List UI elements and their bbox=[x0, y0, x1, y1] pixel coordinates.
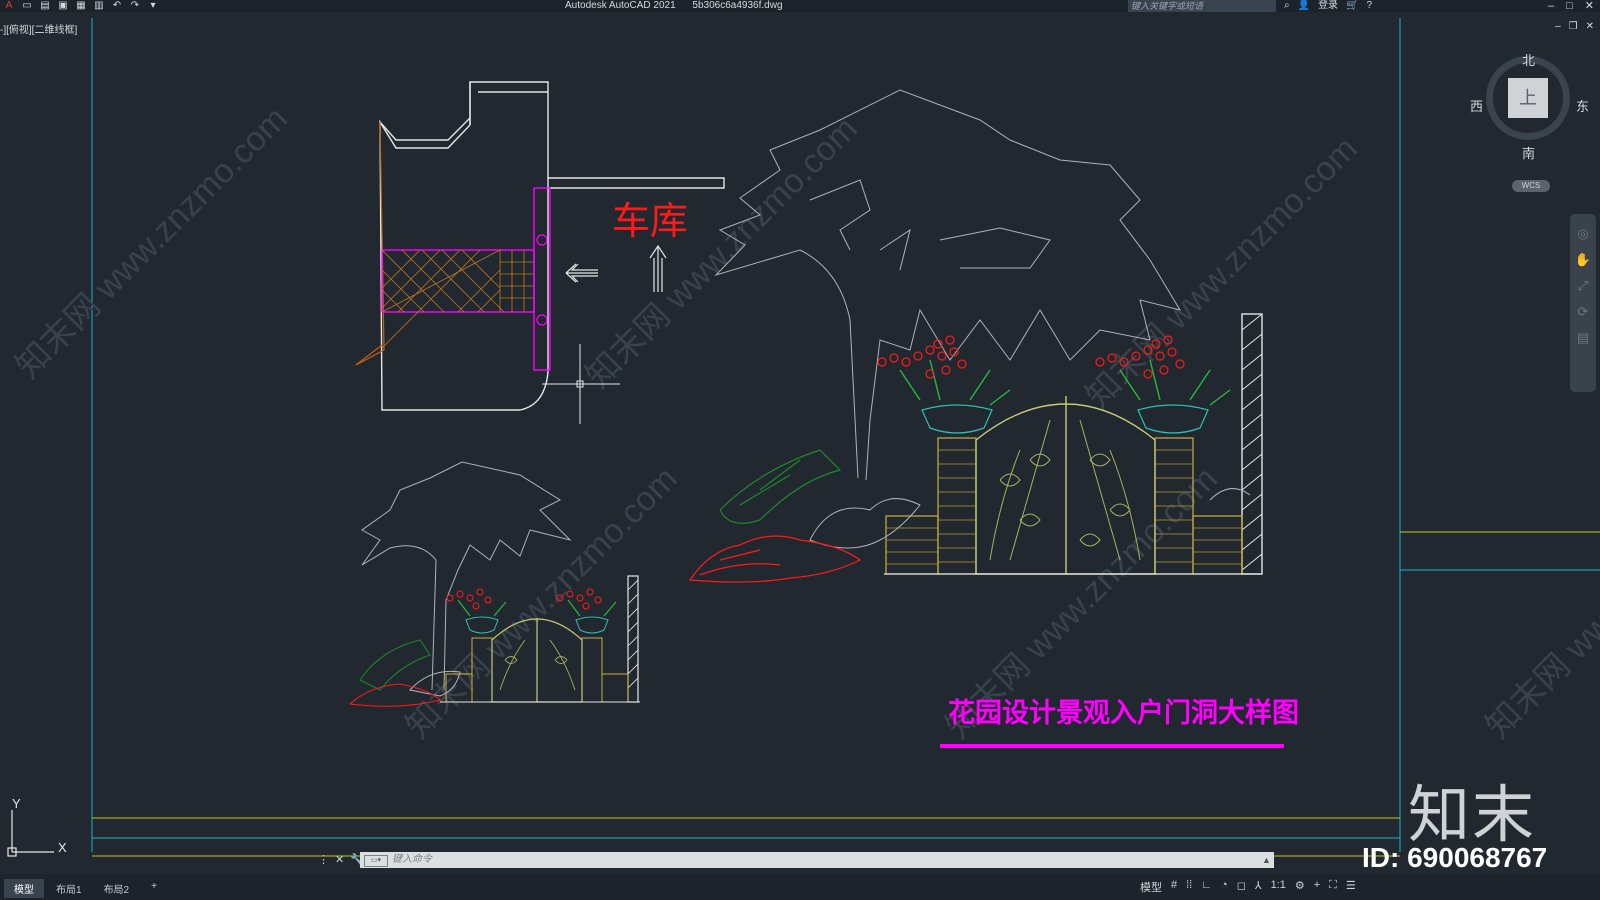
viewcube-top-face[interactable]: 上 bbox=[1508, 78, 1548, 118]
command-history-caret-icon[interactable]: ▲ bbox=[1262, 852, 1271, 868]
zoom-extents-icon[interactable]: ⤢ bbox=[1578, 278, 1588, 294]
command-line-tools: ⋮ ✕ 🔧 bbox=[318, 852, 364, 868]
ucs-y-label: Y bbox=[12, 796, 21, 811]
add-layout-button[interactable]: + bbox=[141, 879, 167, 898]
recent-commands-icon[interactable]: ▭▾ bbox=[364, 855, 388, 867]
viewcube-west[interactable]: 西 bbox=[1470, 96, 1483, 115]
ucs-icon bbox=[7, 810, 54, 857]
fullscreen-icon[interactable]: ⛶ bbox=[1329, 879, 1337, 895]
watermark-text-1: 知末网 www.znzmo.com bbox=[9, 100, 295, 386]
grid-icon[interactable]: # bbox=[1171, 879, 1177, 895]
tab-model[interactable]: 模型 bbox=[4, 879, 44, 898]
polar-icon[interactable]: ◔ bbox=[1221, 879, 1228, 895]
tab-layout2[interactable]: 布局2 bbox=[94, 879, 140, 898]
command-close-icon[interactable]: ✕ bbox=[335, 852, 344, 868]
watermark-logo: 知末 bbox=[1408, 778, 1537, 851]
annotation-scale[interactable]: 1:1 bbox=[1271, 879, 1286, 895]
watermark-group: 知末网 www.znzmo.com 知末网 www.znzmo.com 知末网 … bbox=[9, 100, 1600, 746]
snap-icon[interactable]: ⁞⁞ bbox=[1186, 879, 1192, 895]
workspace-gear-icon[interactable]: ⚙ bbox=[1295, 879, 1305, 895]
navigation-bar: ◎ ✋ ⤢ ⟳ ▤ bbox=[1570, 214, 1596, 392]
osnap-icon[interactable]: ◻ bbox=[1237, 879, 1246, 895]
ortho-icon[interactable]: ∟ bbox=[1201, 879, 1212, 895]
annotation-icon[interactable]: ⅄ bbox=[1255, 879, 1262, 895]
orbit-icon[interactable]: ⟳ bbox=[1578, 304, 1589, 320]
steering-wheel-icon[interactable]: ◎ bbox=[1577, 226, 1588, 242]
drawing-canvas[interactable]: 知末网 www.znzmo.com 知末网 www.znzmo.com 知末网 … bbox=[0, 0, 1600, 900]
command-input[interactable]: 键入命令 bbox=[360, 852, 1274, 868]
watermark-text-4: 知末网 www.znzmo.com bbox=[399, 460, 685, 746]
viewcube[interactable]: 上 北 南 西 东 bbox=[1470, 53, 1589, 166]
tab-layout1[interactable]: 布局1 bbox=[46, 879, 92, 898]
watermark-id: ID: 690068767 bbox=[1362, 842, 1548, 873]
watermark-text-6: 知末网 www.znzmo.com bbox=[1479, 460, 1600, 746]
viewcube-north[interactable]: 北 bbox=[1522, 50, 1535, 69]
ucs-x-label: X bbox=[58, 840, 67, 855]
wcs-menu[interactable]: WCS bbox=[1512, 180, 1550, 192]
plan-view bbox=[355, 81, 725, 424]
layout-tabs: 模型 布局1 布局2 + bbox=[4, 879, 167, 898]
pan-icon[interactable]: ✋ bbox=[1575, 252, 1591, 268]
showmotion-icon[interactable]: ▤ bbox=[1577, 330, 1589, 346]
model-space-toggle[interactable]: 模型 bbox=[1140, 879, 1162, 895]
customize-menu-icon[interactable]: ☰ bbox=[1346, 879, 1356, 895]
watermark-text-2: 知末网 www.znzmo.com bbox=[579, 110, 865, 396]
garage-label: 车库 bbox=[612, 199, 688, 243]
drawing-title: 花园设计景观入户门洞大样图 bbox=[948, 697, 1299, 729]
command-grip-icon[interactable]: ⋮ bbox=[318, 852, 329, 868]
status-tools: 模型 # ⁞⁞ ∟ ◔ ◻ ⅄ 1:1 ⚙ + ⛶ ☰ bbox=[1140, 879, 1356, 895]
viewcube-south[interactable]: 南 bbox=[1522, 143, 1535, 162]
viewcube-east[interactable]: 东 bbox=[1576, 96, 1589, 115]
status-bar: 模型 布局1 布局2 + 模型 # ⁞⁞ ∟ ◔ ◻ ⅄ 1:1 ⚙ + ⛶ ☰ bbox=[0, 874, 1600, 900]
add-icon[interactable]: + bbox=[1314, 879, 1320, 895]
